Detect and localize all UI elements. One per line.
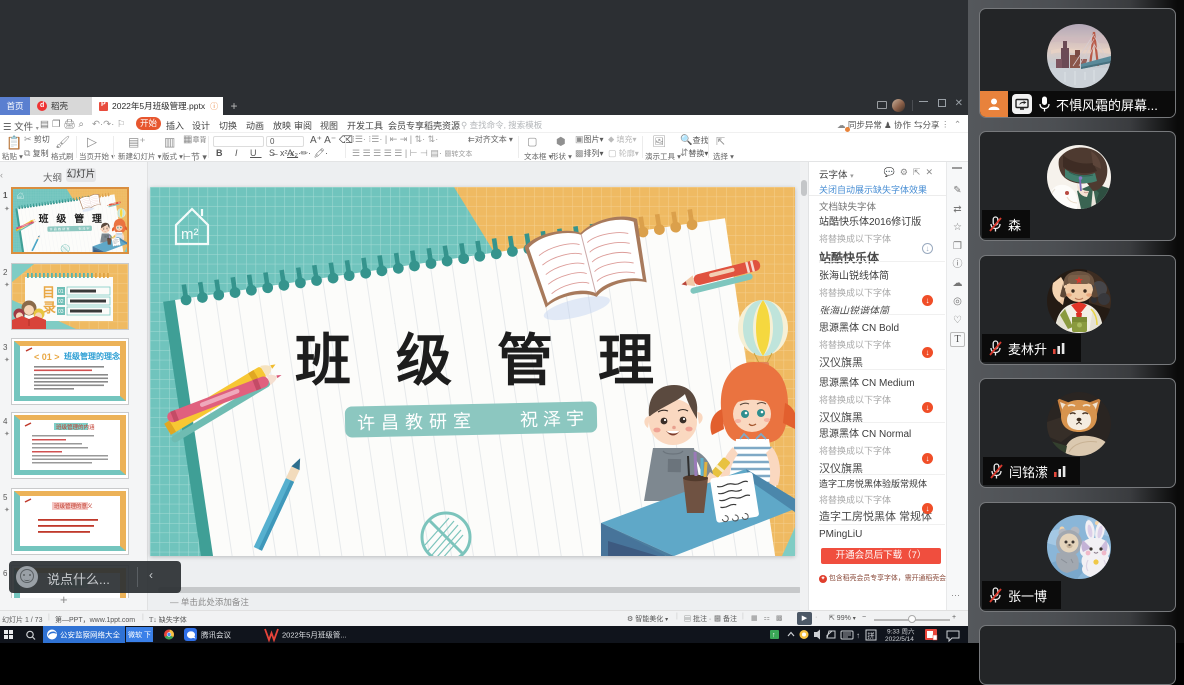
svg-text:班级管理的意义: 班级管理的意义 xyxy=(54,502,93,510)
svg-text:02: 02 xyxy=(58,299,64,305)
svg-text:↑: ↑ xyxy=(856,631,860,640)
svg-text:录: 录 xyxy=(43,300,56,315)
svg-text:公安监察网络大全: 公安监察网络大全 xyxy=(60,630,120,640)
svg-text:祝泽宇: 祝泽宇 xyxy=(519,409,588,430)
svg-text:班级管理的理念: 班级管理的理念 xyxy=(64,351,120,361)
svg-text:2022/5/14: 2022/5/14 xyxy=(885,636,914,643)
svg-text:m²: m² xyxy=(181,226,199,243)
svg-text:许昌教研室: 许昌教研室 xyxy=(356,411,476,434)
svg-text:微软 下: 微软 下 xyxy=(128,630,151,639)
svg-text:03: 03 xyxy=(58,309,64,315)
svg-text:01: 01 xyxy=(58,289,64,295)
svg-text:拼: 拼 xyxy=(868,631,875,640)
svg-text:目: 目 xyxy=(42,285,55,300)
svg-text:班级管理: 班级管理 xyxy=(295,329,699,392)
svg-text:2022年5月班级管...: 2022年5月班级管... xyxy=(282,630,347,640)
svg-text:9:33 周六: 9:33 周六 xyxy=(887,627,915,636)
svg-text:< 01 >: < 01 > xyxy=(34,352,60,362)
svg-text:↑: ↑ xyxy=(772,632,776,639)
svg-text:班级管理的内涵: 班级管理的内涵 xyxy=(56,423,95,431)
svg-text:腾讯会议: 腾讯会议 xyxy=(201,630,231,640)
